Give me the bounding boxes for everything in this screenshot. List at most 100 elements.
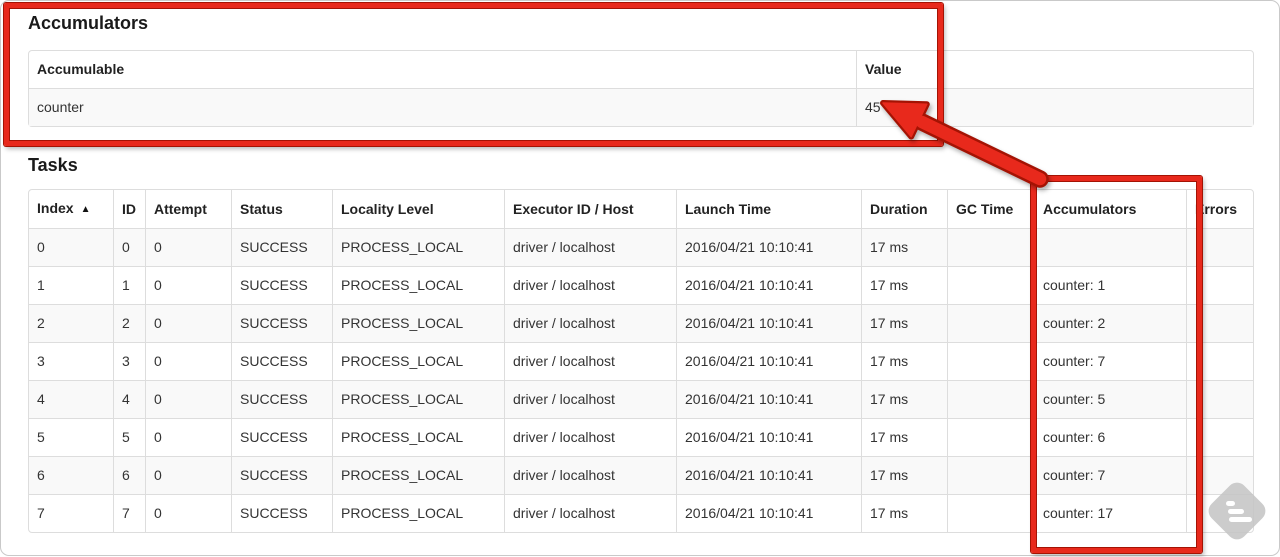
cell-duration: 17 ms bbox=[861, 266, 947, 304]
column-header-accumulators[interactable]: Accumulators bbox=[1034, 190, 1186, 228]
cell-attempt: 0 bbox=[145, 266, 231, 304]
column-header-locality-level[interactable]: Locality Level bbox=[332, 190, 504, 228]
cell-index: 0 bbox=[29, 228, 113, 266]
cell-launch-time: 2016/04/21 10:10:41 bbox=[676, 266, 861, 304]
column-header-launch-time[interactable]: Launch Time bbox=[676, 190, 861, 228]
cell-executor-id-host: driver / localhost bbox=[504, 228, 676, 266]
cell-accumulators: counter: 2 bbox=[1034, 304, 1186, 342]
cell-index: 6 bbox=[29, 456, 113, 494]
cell-id: 7 bbox=[113, 494, 145, 532]
cell-gc-time bbox=[947, 456, 1034, 494]
cell-launch-time: 2016/04/21 10:10:41 bbox=[676, 418, 861, 456]
cell-locality-level: PROCESS_LOCAL bbox=[332, 456, 504, 494]
cell-locality-level: PROCESS_LOCAL bbox=[332, 418, 504, 456]
cell-attempt: 0 bbox=[145, 342, 231, 380]
cell-status: SUCCESS bbox=[231, 228, 332, 266]
cell-executor-id-host: driver / localhost bbox=[504, 342, 676, 380]
tasks-header-row: Index ▲ ID Attempt Status Locality Level … bbox=[29, 190, 1253, 228]
cell-index: 1 bbox=[29, 266, 113, 304]
cell-gc-time bbox=[947, 418, 1034, 456]
column-header-index[interactable]: Index ▲ bbox=[29, 190, 113, 228]
cell-accumulators: counter: 7 bbox=[1034, 456, 1186, 494]
cell-duration: 17 ms bbox=[861, 494, 947, 532]
cell-executor-id-host: driver / localhost bbox=[504, 456, 676, 494]
cell-executor-id-host: driver / localhost bbox=[504, 380, 676, 418]
page-content: Accumulators Accumulable Value counter 4… bbox=[0, 0, 1280, 533]
cell-duration: 17 ms bbox=[861, 456, 947, 494]
column-header-index-label: Index bbox=[37, 200, 74, 216]
cell-id: 2 bbox=[113, 304, 145, 342]
cell-duration: 17 ms bbox=[861, 342, 947, 380]
task-row: 4 4 0 SUCCESS PROCESS_LOCAL driver / loc… bbox=[29, 380, 1253, 418]
cell-attempt: 0 bbox=[145, 456, 231, 494]
cell-attempt: 0 bbox=[145, 494, 231, 532]
column-header-status[interactable]: Status bbox=[231, 190, 332, 228]
cell-executor-id-host: driver / localhost bbox=[504, 494, 676, 532]
task-row: 6 6 0 SUCCESS PROCESS_LOCAL driver / loc… bbox=[29, 456, 1253, 494]
cell-id: 3 bbox=[113, 342, 145, 380]
column-header-gc-time[interactable]: GC Time bbox=[947, 190, 1034, 228]
cell-gc-time bbox=[947, 494, 1034, 532]
cell-locality-level: PROCESS_LOCAL bbox=[332, 494, 504, 532]
cell-id: 0 bbox=[113, 228, 145, 266]
column-header-attempt[interactable]: Attempt bbox=[145, 190, 231, 228]
cell-status: SUCCESS bbox=[231, 266, 332, 304]
task-row: 2 2 0 SUCCESS PROCESS_LOCAL driver / loc… bbox=[29, 304, 1253, 342]
cell-errors bbox=[1186, 418, 1253, 456]
cell-errors bbox=[1186, 342, 1253, 380]
cell-errors bbox=[1186, 494, 1253, 532]
cell-index: 4 bbox=[29, 380, 113, 418]
column-header-duration[interactable]: Duration bbox=[861, 190, 947, 228]
cell-status: SUCCESS bbox=[231, 494, 332, 532]
cell-duration: 17 ms bbox=[861, 380, 947, 418]
cell-locality-level: PROCESS_LOCAL bbox=[332, 228, 504, 266]
task-row: 3 3 0 SUCCESS PROCESS_LOCAL driver / loc… bbox=[29, 342, 1253, 380]
cell-index: 5 bbox=[29, 418, 113, 456]
cell-accumulators: counter: 17 bbox=[1034, 494, 1186, 532]
cell-attempt: 0 bbox=[145, 304, 231, 342]
task-row: 7 7 0 SUCCESS PROCESS_LOCAL driver / loc… bbox=[29, 494, 1253, 532]
cell-status: SUCCESS bbox=[231, 456, 332, 494]
cell-status: SUCCESS bbox=[231, 380, 332, 418]
tasks-table: Index ▲ ID Attempt Status Locality Level … bbox=[28, 189, 1254, 533]
cell-executor-id-host: driver / localhost bbox=[504, 304, 676, 342]
column-header-accumulable[interactable]: Accumulable bbox=[29, 51, 856, 88]
cell-locality-level: PROCESS_LOCAL bbox=[332, 266, 504, 304]
cell-accumulators: counter: 1 bbox=[1034, 266, 1186, 304]
sort-ascending-icon: ▲ bbox=[80, 204, 91, 215]
cell-gc-time bbox=[947, 304, 1034, 342]
cell-errors bbox=[1186, 266, 1253, 304]
cell-errors bbox=[1186, 380, 1253, 418]
cell-value: 45 bbox=[856, 88, 1253, 126]
column-header-executor-id-host[interactable]: Executor ID / Host bbox=[504, 190, 676, 228]
cell-index: 2 bbox=[29, 304, 113, 342]
column-header-errors[interactable]: Errors bbox=[1186, 190, 1253, 228]
column-header-id[interactable]: ID bbox=[113, 190, 145, 228]
cell-launch-time: 2016/04/21 10:10:41 bbox=[676, 456, 861, 494]
cell-gc-time bbox=[947, 266, 1034, 304]
cell-attempt: 0 bbox=[145, 228, 231, 266]
cell-id: 5 bbox=[113, 418, 145, 456]
cell-status: SUCCESS bbox=[231, 418, 332, 456]
tasks-section-title: Tasks bbox=[28, 155, 78, 175]
cell-errors bbox=[1186, 304, 1253, 342]
cell-status: SUCCESS bbox=[231, 342, 332, 380]
cell-locality-level: PROCESS_LOCAL bbox=[332, 342, 504, 380]
cell-gc-time bbox=[947, 228, 1034, 266]
cell-id: 4 bbox=[113, 380, 145, 418]
cell-attempt: 0 bbox=[145, 418, 231, 456]
cell-accumulators: counter: 6 bbox=[1034, 418, 1186, 456]
cell-accumulators: counter: 7 bbox=[1034, 342, 1186, 380]
column-header-value[interactable]: Value bbox=[856, 51, 1253, 88]
accumulator-row: counter 45 bbox=[29, 88, 1253, 126]
accumulators-section-title: Accumulators bbox=[28, 13, 149, 33]
cell-errors bbox=[1186, 456, 1253, 494]
cell-launch-time: 2016/04/21 10:10:41 bbox=[676, 380, 861, 418]
cell-accumulators bbox=[1034, 228, 1186, 266]
cell-locality-level: PROCESS_LOCAL bbox=[332, 304, 504, 342]
cell-launch-time: 2016/04/21 10:10:41 bbox=[676, 304, 861, 342]
cell-launch-time: 2016/04/21 10:10:41 bbox=[676, 228, 861, 266]
cell-duration: 17 ms bbox=[861, 418, 947, 456]
cell-executor-id-host: driver / localhost bbox=[504, 418, 676, 456]
cell-launch-time: 2016/04/21 10:10:41 bbox=[676, 494, 861, 532]
